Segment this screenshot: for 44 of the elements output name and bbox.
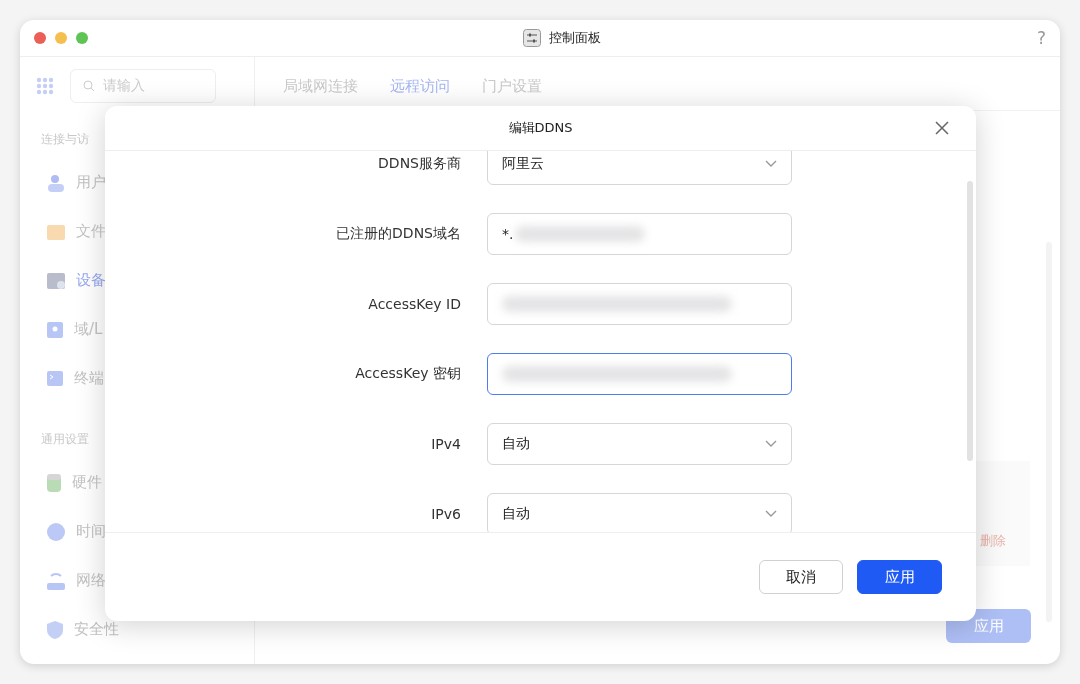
terminal-icon	[46, 369, 64, 388]
field-label: AccessKey ID	[367, 296, 461, 312]
chevron-down-icon	[765, 440, 777, 448]
input-field[interactable]	[487, 353, 792, 395]
scrollbar[interactable]	[967, 181, 973, 461]
server-icon	[46, 271, 66, 290]
sidebar-item[interactable]: 文件	[36, 207, 254, 256]
sidebar-item[interactable]: 域/L	[36, 305, 254, 354]
shield-icon	[46, 619, 64, 640]
sidebar-item[interactable]: 硬件	[36, 458, 254, 507]
router-icon	[46, 570, 66, 591]
folder-icon	[46, 222, 66, 241]
cancel-button[interactable]: 取消	[759, 560, 843, 594]
sidebar-item[interactable]: 时间	[36, 507, 254, 556]
sliders-icon	[523, 29, 542, 47]
dropdown[interactable]: 阿里云	[487, 151, 792, 185]
field-label: IPv6	[430, 506, 461, 522]
sidebar-item[interactable]: 用户	[36, 158, 254, 207]
zoom-window-button[interactable]	[76, 32, 88, 44]
sidebar-item[interactable]: 网络	[36, 556, 254, 605]
help-button[interactable]: ?	[1036, 28, 1046, 48]
window-title: 控制面板	[549, 29, 602, 47]
minimize-window-button[interactable]	[55, 32, 67, 44]
dialog-title: 编辑DDNS	[508, 119, 573, 137]
apply-button[interactable]: 应用	[857, 560, 942, 594]
input-field[interactable]: *.	[487, 213, 792, 255]
chevron-down-icon	[765, 510, 777, 518]
contact-card-icon	[46, 320, 64, 339]
field-label: 已注册的DDNS域名	[335, 225, 461, 243]
app-grid-icon	[36, 77, 54, 95]
sidebar-item[interactable]: 安全性	[36, 605, 254, 654]
field-label: DDNS服务商	[377, 155, 461, 173]
sidebar-item[interactable]: 终端	[36, 354, 254, 403]
delete-link[interactable]: 删除	[980, 532, 1006, 550]
field-label: IPv4	[430, 436, 461, 452]
search-icon	[83, 80, 95, 92]
dropdown[interactable]: 自动	[487, 493, 792, 532]
chevron-down-icon	[765, 160, 777, 168]
person-icon	[46, 172, 66, 193]
field-label: AccessKey 密钥	[354, 365, 461, 383]
battery-icon	[46, 472, 62, 493]
dropdown[interactable]: 自动	[487, 423, 792, 465]
sidebar-item[interactable]: 设备	[36, 256, 254, 305]
close-window-button[interactable]	[34, 32, 46, 44]
